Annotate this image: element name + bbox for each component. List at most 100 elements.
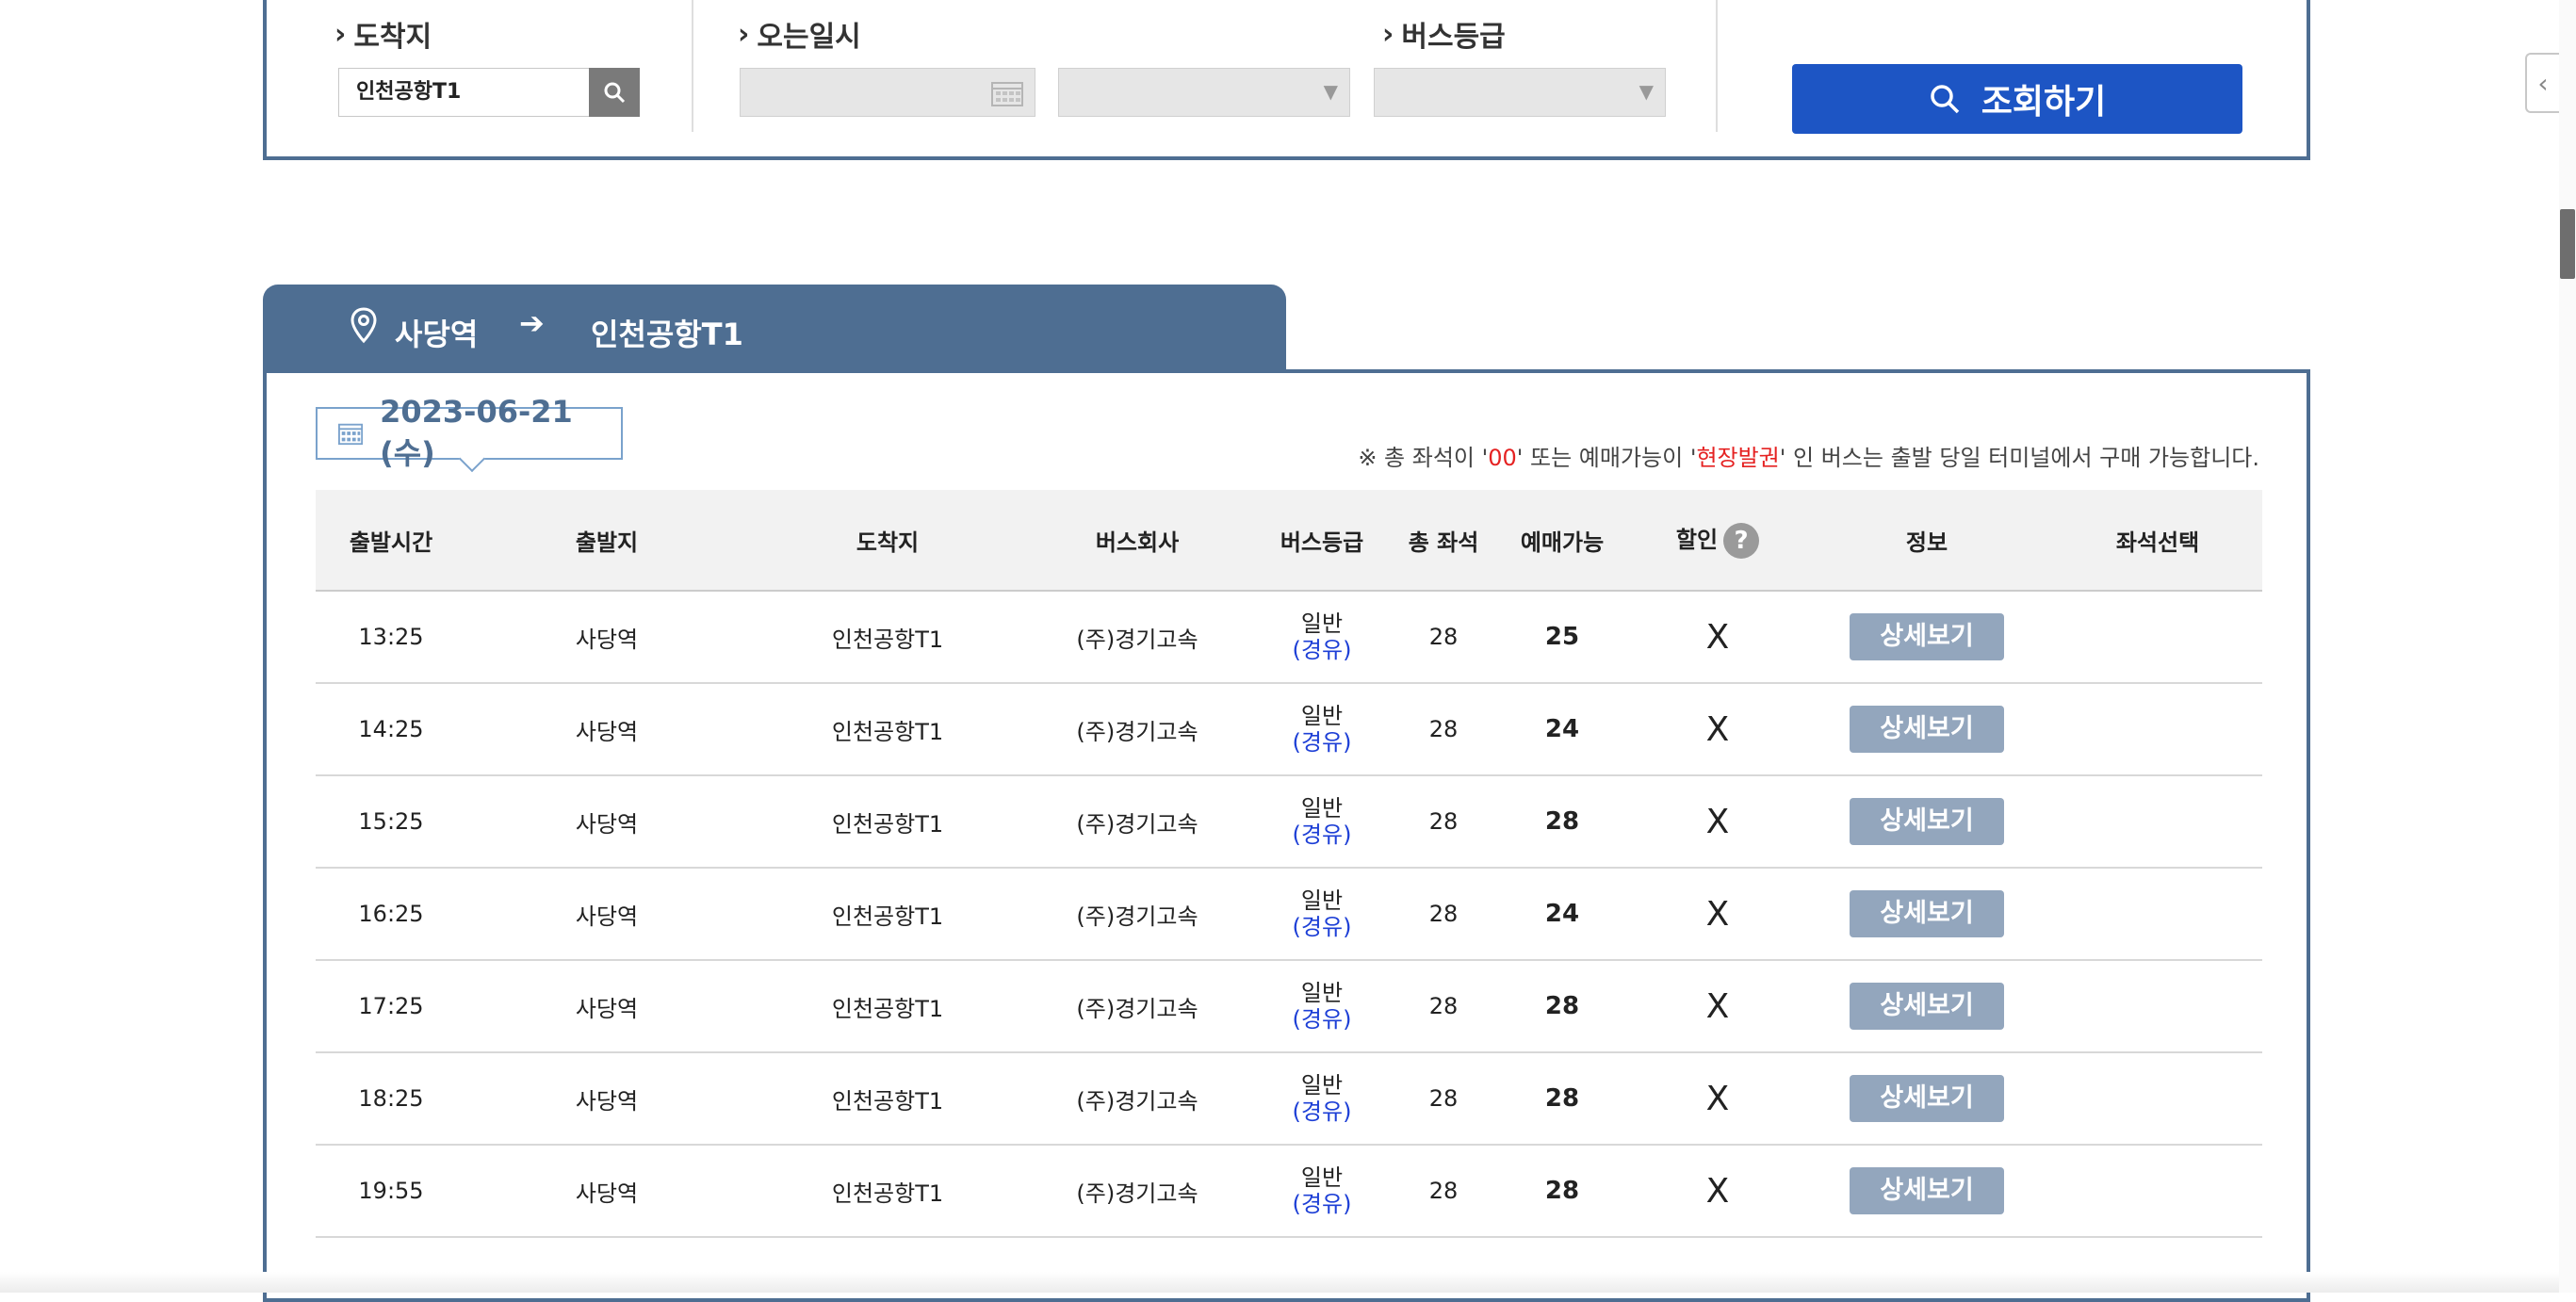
- detail-button[interactable]: 상세보기: [1850, 890, 2004, 937]
- return-date-label-text: 오는일시: [757, 21, 861, 54]
- divider: [1716, 0, 1718, 132]
- table-row: 16:25 사당역 인천공항T1 (주)경기고속 일반 (경유) 28 24 X 상세보기: [316, 869, 2262, 961]
- chevron-right-icon: ›: [334, 17, 347, 51]
- info-cell: 상세보기: [1801, 1167, 2053, 1214]
- discount-mark: X: [1705, 986, 1730, 1026]
- table-row: 19:55 사당역 인천공항T1 (주)경기고속 일반 (경유) 28 28 X 상세보기: [316, 1146, 2262, 1238]
- page-fade: [0, 1272, 2559, 1293]
- bus-grade: 일반 (경유): [1247, 1072, 1397, 1125]
- destination: 인천공항T1: [831, 1087, 944, 1115]
- calendar-icon: [338, 423, 364, 446]
- bus-company: (주)경기고속: [1076, 718, 1198, 745]
- departure-time: 19:55: [358, 1178, 424, 1204]
- available-seats: 28: [1544, 1084, 1580, 1113]
- return-date-input[interactable]: [740, 68, 1035, 117]
- origin: 사당역: [575, 718, 639, 745]
- destination-input[interactable]: 인천공항T1: [338, 68, 591, 117]
- origin: 사당역: [575, 995, 639, 1022]
- bus-grade-name: 일반: [1300, 703, 1344, 729]
- bus-grade-via: (경유): [1292, 1099, 1352, 1125]
- header-total-seats: 총 좌석: [1408, 529, 1479, 556]
- return-time-select[interactable]: ▼: [1058, 68, 1350, 117]
- help-icon[interactable]: ?: [1723, 523, 1760, 559]
- chevron-right-icon: ›: [1382, 17, 1394, 51]
- date-text: 2023-06-21 (수): [380, 394, 573, 471]
- bus-grade: 일반 (경유): [1247, 887, 1397, 940]
- detail-button[interactable]: 상세보기: [1850, 1075, 2004, 1122]
- dropdown-arrow-icon: ▼: [1639, 80, 1654, 103]
- bus-grade-label: › 버스등급: [1382, 13, 1506, 55]
- origin: 사당역: [575, 903, 639, 930]
- bus-grade: 일반 (경유): [1247, 703, 1397, 756]
- header-available: 예매가능: [1520, 529, 1605, 556]
- destination-label: › 도착지: [334, 13, 432, 55]
- bus-grade-name: 일반: [1300, 610, 1344, 637]
- bus-grade-via: (경유): [1292, 1191, 1352, 1217]
- departure-time: 17:25: [358, 993, 424, 1019]
- detail-button[interactable]: 상세보기: [1850, 1167, 2004, 1214]
- date-badge: 2023-06-21 (수): [316, 394, 623, 473]
- destination-label-text: 도착지: [353, 21, 432, 54]
- bus-grade: 일반 (경유): [1247, 1164, 1397, 1217]
- chevron-left-icon: ‹: [2537, 67, 2549, 99]
- discount-mark: X: [1705, 894, 1730, 934]
- detail-button[interactable]: 상세보기: [1850, 983, 2004, 1030]
- dropdown-arrow-icon: ▼: [1323, 80, 1338, 103]
- origin: 사당역: [575, 810, 639, 838]
- bus-grade-name: 일반: [1300, 795, 1344, 822]
- detail-button[interactable]: 상세보기: [1850, 706, 2004, 753]
- available-seats: 25: [1544, 623, 1580, 651]
- discount-mark: X: [1705, 1079, 1730, 1118]
- destination: 인천공항T1: [831, 810, 944, 838]
- info-cell: 상세보기: [1801, 798, 2053, 845]
- bus-grade-via: (경유): [1292, 822, 1352, 848]
- notice-zero: 00: [1488, 445, 1517, 471]
- info-cell: 상세보기: [1801, 890, 2053, 937]
- bus-grade-name: 일반: [1300, 1072, 1344, 1099]
- header-discount: 할인?: [1635, 521, 1801, 559]
- search-panel: › 도착지 인천공항T1 › 오는일시 ▼ › 버스등급 ▼ 조회하기: [263, 0, 2310, 160]
- notice-middle: ' 또는 예매가능이 ': [1516, 445, 1697, 471]
- table-body: 13:25 사당역 인천공항T1 (주)경기고속 일반 (경유) 28 25 X 상세보기 14:2…: [316, 592, 2262, 1238]
- scrollbar-thumb[interactable]: [2560, 209, 2575, 279]
- bus-grade-name: 일반: [1300, 1164, 1344, 1191]
- table-row: 15:25 사당역 인천공항T1 (주)경기고속 일반 (경유) 28 28 X 상세보기: [316, 776, 2262, 869]
- result-panel: 2023-06-21 (수) ※ 총 좌석이 '00' 또는 예매가능이 '현장…: [263, 369, 2310, 1302]
- bus-grade: 일반 (경유): [1247, 980, 1397, 1033]
- bus-grade: 일반 (경유): [1247, 795, 1397, 848]
- side-panel-toggle[interactable]: ‹: [2525, 53, 2559, 113]
- bus-grade-via: (경유): [1292, 914, 1352, 940]
- destination: 인천공항T1: [831, 626, 944, 653]
- total-seats: 28: [1428, 1178, 1459, 1204]
- table-row: 13:25 사당역 인천공항T1 (주)경기고속 일반 (경유) 28 25 X 상세보기: [316, 592, 2262, 684]
- detail-button[interactable]: 상세보기: [1850, 798, 2004, 845]
- bus-table: 출발시간 출발지 도착지 버스회사 버스등급 총 좌석 예매가능 할인? 정보 …: [316, 490, 2262, 1238]
- origin: 사당역: [575, 1087, 639, 1115]
- notice-text: ※ 총 좌석이 '00' 또는 예매가능이 '현장발권' 인 버스는 출발 당일…: [1358, 439, 2259, 472]
- query-button[interactable]: 조회하기: [1792, 64, 2242, 134]
- origin: 사당역: [575, 1180, 639, 1207]
- bus-grade-name: 일반: [1300, 980, 1344, 1006]
- bus-grade-via: (경유): [1292, 1006, 1352, 1033]
- total-seats: 28: [1428, 901, 1459, 927]
- table-header: 출발시간 출발지 도착지 버스회사 버스등급 총 좌석 예매가능 할인? 정보 …: [316, 490, 2262, 592]
- table-row: 17:25 사당역 인천공항T1 (주)경기고속 일반 (경유) 28 28 X 상세보기: [316, 961, 2262, 1053]
- discount-mark: X: [1705, 802, 1730, 841]
- destination: 인천공항T1: [831, 718, 944, 745]
- search-icon: [604, 82, 626, 104]
- bus-grade-select[interactable]: ▼: [1374, 68, 1666, 117]
- bus-company: (주)경기고속: [1076, 1180, 1198, 1207]
- info-cell: 상세보기: [1801, 1075, 2053, 1122]
- destination-search-button[interactable]: [589, 68, 640, 117]
- available-seats: 28: [1544, 992, 1580, 1020]
- detail-button[interactable]: 상세보기: [1850, 613, 2004, 660]
- info-cell: 상세보기: [1801, 983, 2053, 1030]
- available-seats: 28: [1544, 1177, 1580, 1205]
- origin: 사당역: [575, 626, 639, 653]
- notice-suffix: ' 인 버스는 출발 당일 터미널에서 구매 가능합니다.: [1779, 445, 2259, 471]
- scrollbar[interactable]: [2559, 0, 2576, 1293]
- discount-mark: X: [1705, 617, 1730, 657]
- header-bus-company: 버스회사: [1095, 529, 1180, 556]
- departure-time: 15:25: [358, 808, 424, 835]
- bus-company: (주)경기고속: [1076, 903, 1198, 930]
